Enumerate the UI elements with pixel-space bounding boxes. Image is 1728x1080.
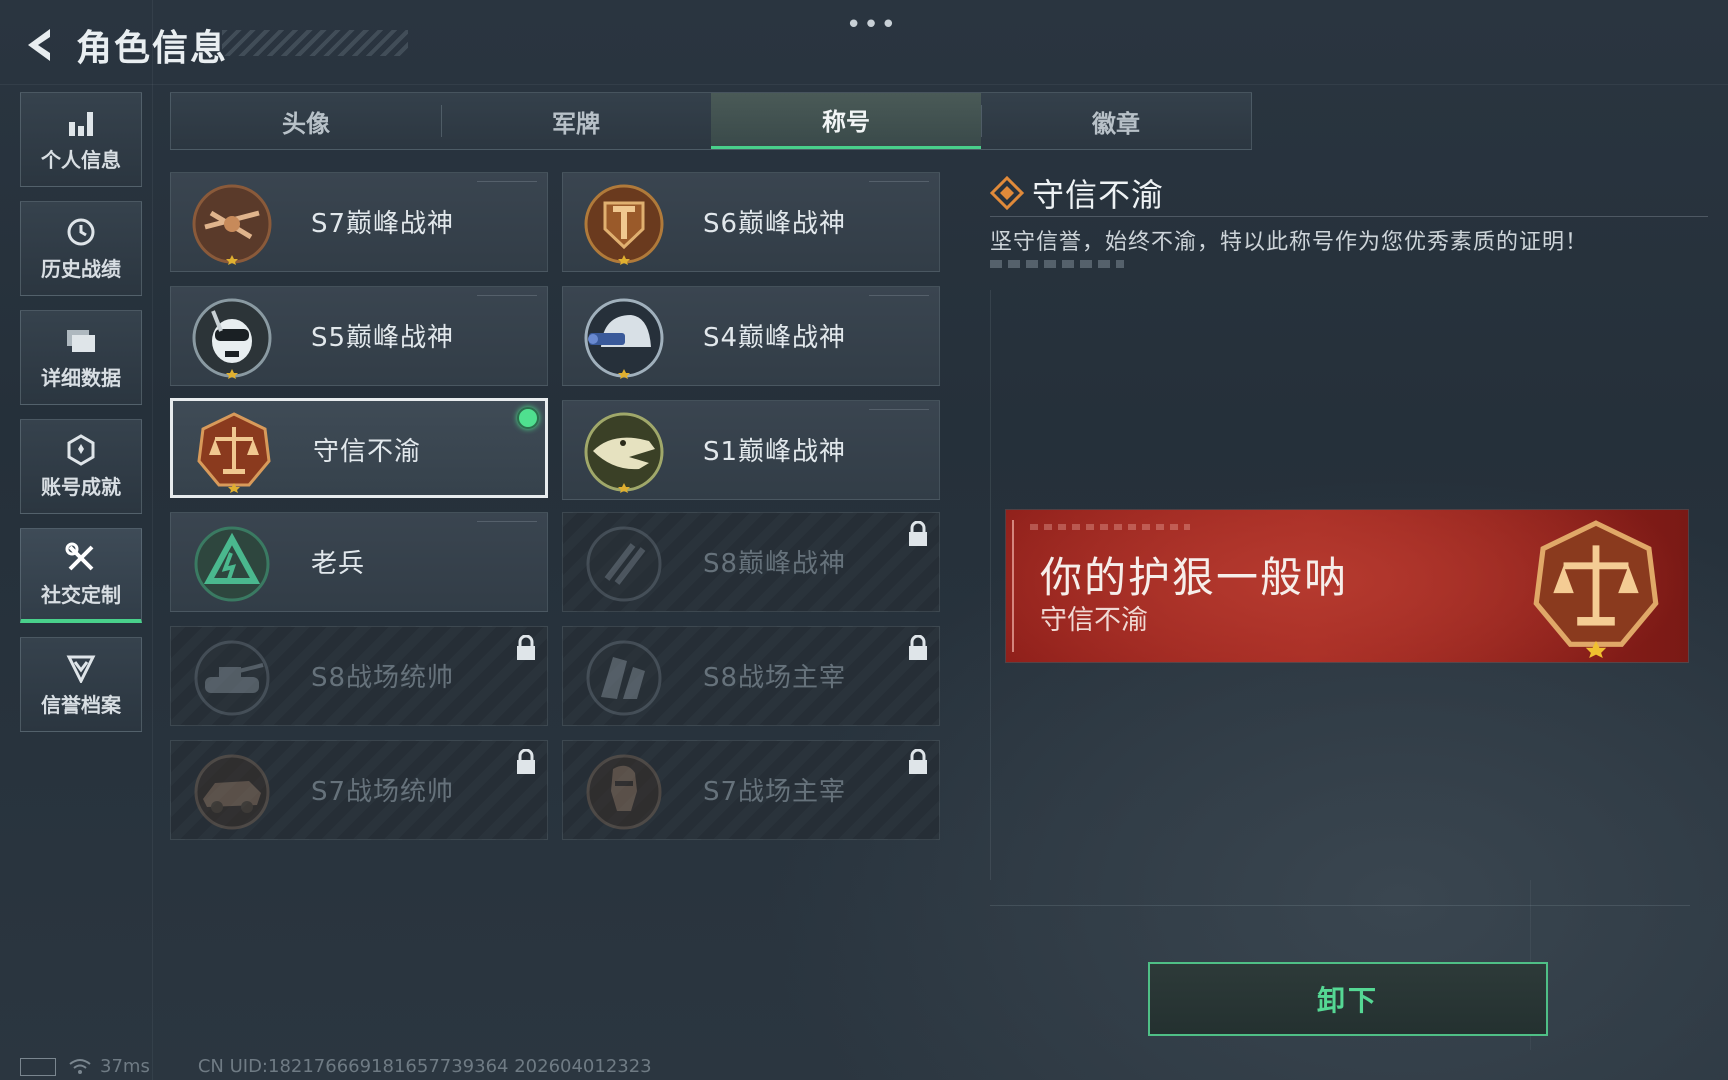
- shield-t-emblem-icon: [584, 184, 664, 265]
- tab-title[interactable]: 称号: [711, 93, 981, 149]
- title-card-trustworthy[interactable]: 守信不渝: [170, 398, 548, 498]
- title-name: S7巅峰战神: [311, 209, 455, 239]
- title-card-s4-peak[interactable]: S4巅峰战神: [562, 286, 940, 386]
- title-name: S7战场主宰: [703, 777, 847, 807]
- unequip-button[interactable]: 卸下: [1148, 962, 1548, 1036]
- title-card-s7-commander[interactable]: S7战场统帅: [170, 740, 548, 840]
- tab-badge[interactable]: 徽章: [981, 93, 1251, 149]
- banner-player-name: 你的护狠一般呐: [1040, 553, 1349, 602]
- title-card-s8-peak[interactable]: S8巅峰战神: [562, 512, 940, 612]
- card-decoration: [869, 181, 929, 188]
- uid-text: CN UID:1821766691816577393‌64 2026040123…: [197, 1056, 652, 1077]
- slash-emblem-icon: [586, 526, 662, 602]
- tools-cross-icon: [64, 541, 98, 575]
- tab-avatar[interactable]: 头像: [171, 93, 441, 149]
- lock-icon: [909, 521, 927, 546]
- divider: [990, 216, 1708, 217]
- title-name: S5巅峰战神: [311, 323, 455, 353]
- banner-decoration: [1030, 524, 1190, 530]
- tab-dog-tag[interactable]: 军牌: [441, 93, 711, 149]
- soldier-emblem-icon: [586, 754, 662, 830]
- sidebar-item-label: 信誉档案: [41, 693, 121, 717]
- sidebar-item-social-custom[interactable]: 社交定制: [20, 528, 142, 623]
- title-name: S7战场统帅: [311, 777, 455, 807]
- sidebar-item-label: 账号成就: [41, 475, 121, 499]
- title-name: S4巅峰战神: [703, 323, 847, 353]
- scales-emblem-icon: [197, 412, 271, 493]
- title-card-s7-peak[interactable]: S7巅峰战神: [170, 172, 548, 272]
- sidebar-item-detailed-data[interactable]: 详细数据: [20, 310, 142, 405]
- achievement-medal-icon: [64, 433, 98, 467]
- title-card-s6-peak[interactable]: S6巅峰战神: [562, 172, 940, 272]
- sidebar-item-label: 社交定制: [41, 582, 121, 607]
- title-name: S8战场主宰: [703, 663, 847, 693]
- scales-emblem-icon: [1533, 520, 1659, 658]
- crossbow-emblem-icon: [192, 184, 272, 265]
- banner-title: 守信不渝: [1040, 605, 1148, 636]
- veteran-triangle-emblem-icon: [194, 526, 270, 602]
- back-arrow-icon[interactable]: [18, 23, 62, 67]
- banner-bracket: [1012, 520, 1024, 652]
- title-card-s5-peak[interactable]: S5巅峰战神: [170, 286, 548, 386]
- shield-chevron-icon: [64, 651, 98, 685]
- sidebar-item-label: 详细数据: [41, 366, 121, 390]
- more-menu-icon[interactable]: •••: [846, 10, 898, 40]
- card-decoration: [869, 409, 929, 416]
- ping-value: 37ms: [100, 1056, 150, 1077]
- lock-icon: [517, 749, 535, 774]
- title-name: 老兵: [311, 549, 366, 579]
- sidebar-item-credit-record[interactable]: 信誉档案: [20, 637, 142, 732]
- city-emblem-icon: [586, 640, 662, 716]
- detail-header: 守信不渝: [990, 170, 1164, 216]
- title-card-s8-dominator[interactable]: S8战场主宰: [562, 626, 940, 726]
- tab-bar: 头像 军牌 称号 徽章: [170, 92, 1252, 150]
- sidebar-item-personal-info[interactable]: 个人信息: [20, 92, 142, 187]
- diamond-icon: [990, 176, 1024, 210]
- battery-icon: [20, 1057, 56, 1076]
- status-bar: 37ms CN UID:1821766691816577393‌64 20260…: [20, 1056, 652, 1077]
- page-title: 角色信息: [76, 28, 229, 69]
- detail-description: 坚守信誉，始终不渝，特以此称号作为您优秀素质的证明！: [990, 230, 1589, 255]
- folder-icon: [64, 324, 98, 358]
- unequip-label: 卸下: [1316, 984, 1379, 1017]
- detail-title: 守信不渝: [1032, 176, 1165, 214]
- card-decoration: [869, 295, 929, 302]
- card-decoration: [477, 295, 537, 302]
- history-clock-icon: [64, 215, 98, 249]
- title-name: 守信不渝: [313, 437, 422, 467]
- sidebar-item-label: 历史战绩: [41, 257, 121, 281]
- title-name: S8战场统帅: [311, 663, 455, 693]
- card-decoration: [477, 181, 537, 188]
- vehicle-emblem-icon: [194, 754, 270, 830]
- title-name: S1巅峰战神: [703, 437, 847, 467]
- lock-icon: [517, 635, 535, 660]
- crocodile-emblem-icon: [584, 412, 664, 493]
- equipped-indicator: [517, 407, 539, 429]
- header-decoration: [222, 30, 408, 56]
- lock-icon: [909, 749, 927, 774]
- skull-diver-emblem-icon: [192, 298, 272, 379]
- wifi-icon: [69, 1058, 91, 1074]
- sidebar-item-label: 个人信息: [41, 148, 121, 172]
- title-banner-preview: 你的护狠一般呐 守信不渝: [1006, 510, 1688, 662]
- detail-subline: [990, 260, 1124, 268]
- title-card-s8-commander[interactable]: S8战场统帅: [170, 626, 548, 726]
- title-card-s1-peak[interactable]: S1巅峰战神: [562, 400, 940, 500]
- lock-icon: [909, 635, 927, 660]
- bar-chart-icon: [64, 106, 98, 140]
- title-card-veteran[interactable]: 老兵: [170, 512, 548, 612]
- card-decoration: [477, 521, 537, 528]
- sidebar-item-achievements[interactable]: 账号成就: [20, 419, 142, 514]
- tank-emblem-icon: [194, 640, 270, 716]
- sidebar-item-history[interactable]: 历史战绩: [20, 201, 142, 296]
- title-card-s7-dominator[interactable]: S7战场主宰: [562, 740, 940, 840]
- header: 角色信息: [18, 18, 228, 72]
- title-name: S8巅峰战神: [703, 549, 847, 579]
- title-name: S6巅峰战神: [703, 209, 847, 239]
- helmet-nightvision-emblem-icon: [584, 298, 664, 379]
